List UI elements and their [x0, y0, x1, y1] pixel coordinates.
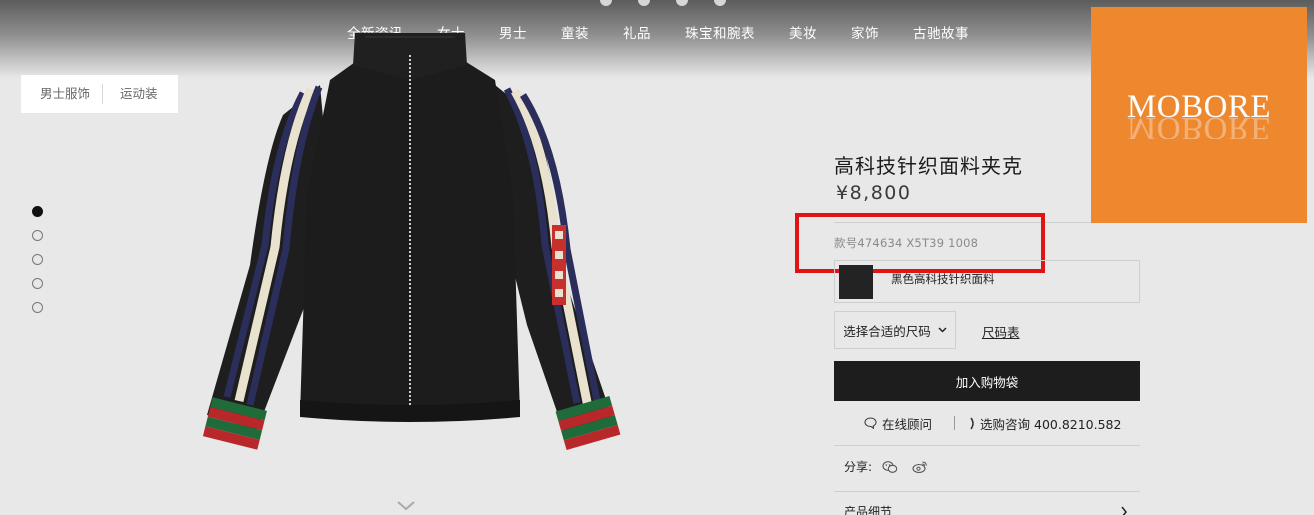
- breadcrumb: 男士服饰 运动装: [21, 75, 178, 113]
- mobore-watermark-logo: MOBORE MOBORE: [1091, 7, 1307, 223]
- color-option[interactable]: 黑色高科技针织面料: [834, 260, 1140, 303]
- product-details-toggle[interactable]: 产品细节: [844, 503, 892, 515]
- gallery-dot-2[interactable]: [32, 230, 43, 241]
- product-title: 高科技针织面料夹克: [834, 154, 1023, 178]
- header-dot: [676, 0, 688, 6]
- gallery-dot-4[interactable]: [32, 278, 43, 289]
- divider: [834, 491, 1140, 492]
- online-advisor-label: 在线顾问: [882, 416, 933, 432]
- size-select[interactable]: 选择合适的尺码: [834, 311, 956, 349]
- header-dot: [638, 0, 650, 6]
- weibo-icon[interactable]: [912, 460, 928, 474]
- size-select-label: 选择合适的尺码: [843, 323, 931, 339]
- add-to-bag-button[interactable]: 加入购物袋: [834, 361, 1140, 401]
- nav-item-stories[interactable]: 古驰故事: [896, 22, 986, 42]
- nav-item-beauty[interactable]: 美妆: [772, 22, 834, 42]
- gallery-dot-5[interactable]: [32, 302, 43, 313]
- share-row: 分享:: [844, 458, 942, 475]
- contact-divider: [954, 416, 956, 430]
- header-dot: [600, 0, 612, 6]
- nav-item-jewelry-watches[interactable]: 珠宝和腕表: [668, 22, 772, 42]
- share-label: 分享:: [844, 460, 873, 474]
- product-price: ¥8,800: [836, 182, 912, 204]
- color-label: 黑色高科技针织面料: [891, 271, 995, 286]
- chevron-down-icon: [938, 327, 947, 333]
- phone-consult-link[interactable]: 选购咨询 400.8210.582: [969, 414, 1121, 433]
- gallery-dot-1[interactable]: [32, 206, 43, 217]
- header-dots: [600, 0, 726, 6]
- gallery-dot-3[interactable]: [32, 254, 43, 265]
- product-image: [202, 33, 621, 450]
- header-dot: [714, 0, 726, 6]
- gallery-dots: [32, 206, 43, 326]
- chevron-right-icon[interactable]: [1120, 506, 1128, 515]
- color-swatch: [839, 264, 873, 299]
- online-advisor-link[interactable]: 在线顾问: [864, 414, 932, 433]
- phone-icon: [970, 417, 974, 429]
- breadcrumb-item-menswear[interactable]: 男士服饰: [21, 84, 104, 104]
- watermark-reflection: MOBORE: [1126, 117, 1272, 139]
- scroll-down-chevron-icon[interactable]: [396, 500, 416, 512]
- nav-item-decor[interactable]: 家饰: [834, 22, 896, 42]
- wechat-icon[interactable]: [882, 460, 898, 474]
- breadcrumb-item-sportswear[interactable]: 运动装: [103, 84, 158, 104]
- contact-row: 在线顾问 选购咨询 400.8210.582: [834, 413, 1140, 433]
- size-chart-link[interactable]: 尺码表: [982, 322, 1020, 341]
- chat-bubble-icon: [864, 417, 877, 429]
- divider: [834, 445, 1140, 446]
- phone-consult-label: 选购咨询 400.8210.582: [980, 416, 1122, 432]
